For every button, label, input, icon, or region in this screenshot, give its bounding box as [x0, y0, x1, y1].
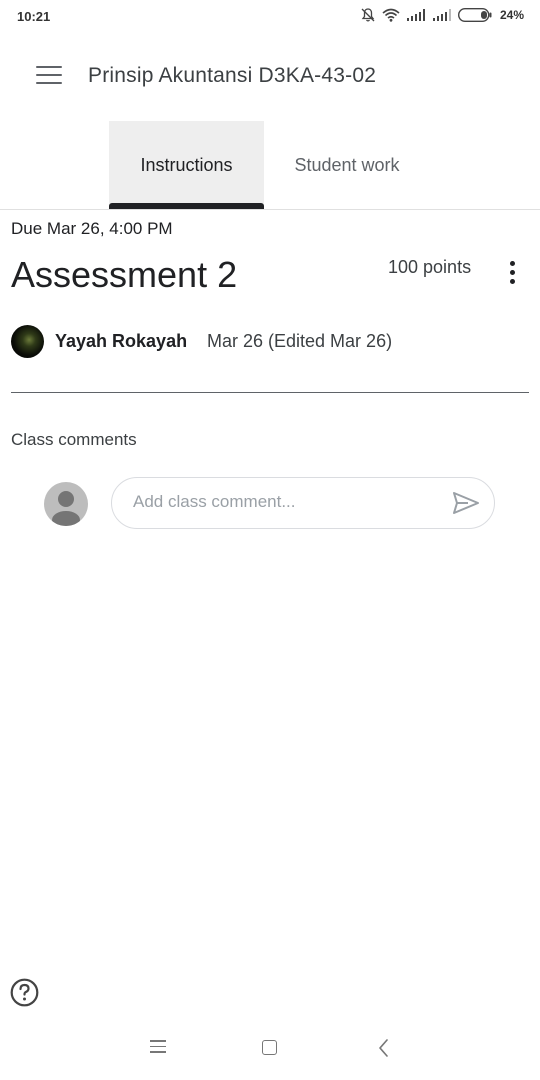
wifi-icon — [382, 8, 400, 22]
signal-icon — [406, 9, 425, 21]
send-icon[interactable] — [452, 491, 480, 515]
app-bar: Prinsip Akuntansi D3KA-43-02 — [0, 48, 540, 104]
class-title: Prinsip Akuntansi D3KA-43-02 — [88, 64, 377, 87]
tab-student-work-label: Student work — [294, 154, 400, 175]
tab-instructions-label: Instructions — [140, 154, 233, 175]
status-bar: 10:21 24% — [0, 0, 540, 34]
post-date: Mar 26 (Edited Mar 26) — [207, 331, 393, 351]
assignment-title: Assessment 2 — [11, 254, 238, 295]
class-comments-heading: Class comments — [11, 430, 137, 449]
tab-bar: Instructions Student work — [0, 121, 540, 210]
back-icon[interactable] — [376, 1038, 390, 1058]
user-avatar-icon — [44, 482, 88, 526]
battery-percentage: 24% — [499, 8, 524, 22]
status-time: 10:21 — [17, 9, 51, 24]
more-options-icon[interactable] — [505, 261, 519, 287]
battery-icon — [457, 8, 492, 22]
due-date: Due Mar 26, 4:00 PM — [11, 219, 173, 238]
system-nav-bar — [0, 1030, 540, 1064]
home-icon[interactable] — [262, 1040, 277, 1055]
divider — [11, 392, 529, 393]
signal-icon — [432, 9, 451, 21]
status-icons: 24% — [360, 7, 524, 23]
comment-box[interactable] — [111, 477, 495, 529]
author-name: Yayah Rokayah — [55, 331, 188, 351]
help-icon[interactable] — [10, 978, 39, 1007]
comment-input[interactable] — [133, 492, 433, 512]
bell-off-icon — [361, 8, 375, 22]
hamburger-menu-icon[interactable] — [36, 66, 62, 86]
recent-apps-icon[interactable] — [150, 1040, 166, 1054]
tab-student-work[interactable]: Student work — [268, 121, 426, 209]
assignment-points: 100 points — [388, 257, 472, 277]
author-row: Yayah Rokayah Mar 26 (Edited Mar 26) — [11, 325, 531, 359]
avatar — [11, 325, 44, 358]
selected-tab-indicator — [109, 203, 264, 209]
tab-instructions[interactable]: Instructions — [109, 121, 264, 209]
